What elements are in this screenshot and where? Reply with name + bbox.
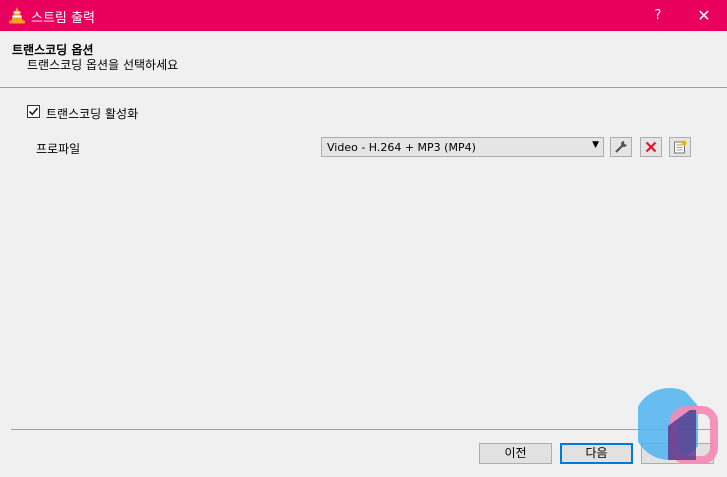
dropdown-arrow-icon: ▼ xyxy=(592,140,599,150)
vlc-cone-icon xyxy=(8,6,26,24)
title-bar: 스트림 출력 ? ✕ xyxy=(0,0,727,31)
profile-select[interactable]: Video - H.264 + MP3 (MP4) ▼ xyxy=(321,137,604,157)
delete-profile-button[interactable] xyxy=(640,137,662,157)
new-profile-button[interactable] xyxy=(669,137,691,157)
window-title: 스트림 출력 xyxy=(31,11,95,26)
profile-select-value: Video - H.264 + MP3 (MP4) xyxy=(327,141,476,154)
transcode-checkbox[interactable] xyxy=(27,105,40,118)
profile-label: 프로파일 xyxy=(36,142,81,156)
header-divider xyxy=(0,87,727,88)
wrench-icon xyxy=(615,141,627,153)
page-subtitle: 트랜스코딩 옵션을 선택하세요 xyxy=(27,58,179,72)
footer-divider xyxy=(11,429,717,430)
help-button[interactable]: ? xyxy=(643,0,673,31)
close-button[interactable]: ✕ xyxy=(684,0,724,31)
next-button[interactable]: 다음 xyxy=(560,443,633,464)
wizard-header: 트랜스코딩 옵션 트랜스코딩 옵션을 선택하세요 xyxy=(0,31,727,87)
new-profile-icon xyxy=(674,140,687,154)
checkmark-icon xyxy=(28,107,39,116)
delete-x-icon xyxy=(645,141,657,153)
edit-profile-button[interactable] xyxy=(610,137,632,157)
transcode-checkbox-label[interactable]: 트랜스코딩 활성화 xyxy=(46,105,138,122)
watermark-logo-icon xyxy=(638,388,718,464)
back-button[interactable]: 이전 xyxy=(479,443,552,464)
